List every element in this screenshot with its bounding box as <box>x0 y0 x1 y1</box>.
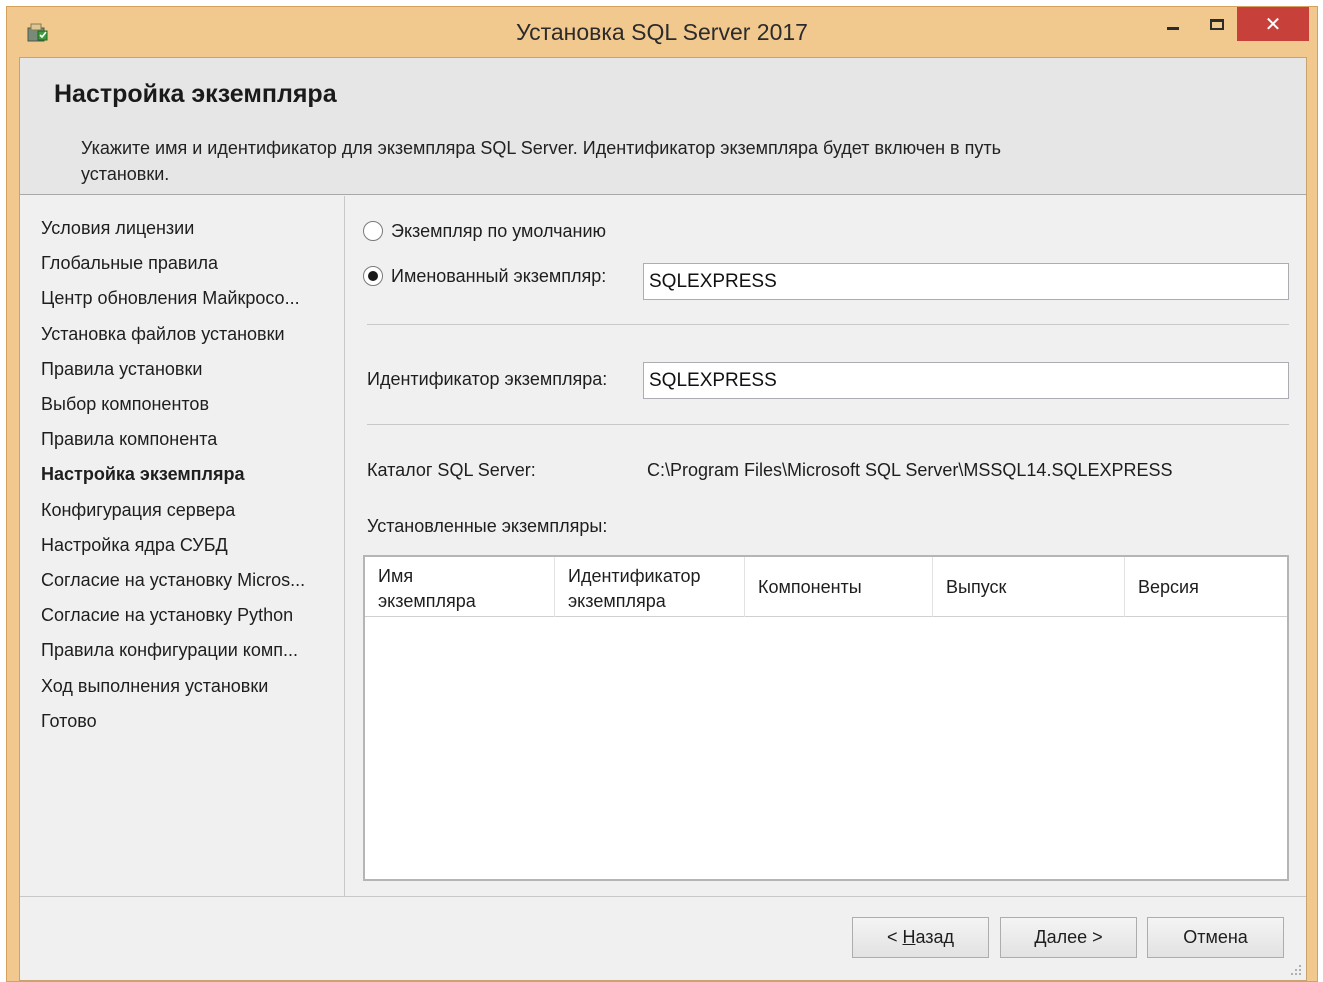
back-button-label: азад <box>915 927 955 947</box>
steps-sidebar: Условия лицензии Глобальные правила Центр … <box>20 196 345 896</box>
next-button-label: алее > <box>1046 927 1103 947</box>
installed-instances-label: Установленные экземпляры: <box>367 516 608 536</box>
back-button-prefix: < <box>886 927 903 947</box>
resize-grip-icon[interactable] <box>1290 964 1302 976</box>
separator <box>367 324 1289 325</box>
cancel-button[interactable]: Отмена <box>1147 917 1284 958</box>
installer-window: Установка SQL Server 2017 ✕ Настройка эк… <box>6 6 1318 982</box>
column-header-text: Идентификатор <box>568 566 701 586</box>
title-bar[interactable]: Установка SQL Server 2017 ✕ <box>7 7 1317 57</box>
sidebar-step-item[interactable]: Выбор компонентов <box>41 394 209 415</box>
table-header: Имя экземпляра Идентификатор экземпляра … <box>365 557 1287 617</box>
catalog-label: Каталог SQL Server: <box>367 460 536 480</box>
close-button[interactable]: ✕ <box>1237 7 1309 41</box>
column-header-text: Выпуск <box>946 577 1007 597</box>
column-header-text: Версия <box>1138 577 1199 597</box>
sidebar-step-item[interactable]: Правила компонента <box>41 429 217 450</box>
column-header-text: Компоненты <box>758 577 862 597</box>
window-title: Установка SQL Server 2017 <box>516 19 808 45</box>
maximize-button[interactable] <box>1195 7 1239 41</box>
default-instance-radio[interactable] <box>363 221 383 241</box>
page-title: Настройка экземпляра <box>54 80 337 108</box>
page-description: Укажите имя и идентификатор для экземпля… <box>81 138 1001 184</box>
sidebar-step-item[interactable]: Настройка экземпляра <box>41 464 244 485</box>
catalog-path: C:\Program Files\Microsoft SQL Server\MS… <box>647 460 1173 480</box>
column-header-version[interactable]: Версия <box>1125 557 1287 617</box>
column-header-edition[interactable]: Выпуск <box>933 557 1125 617</box>
sidebar-step-item[interactable]: Согласие на установку Micros... <box>41 570 305 591</box>
back-button-mnemonic: Н <box>902 927 916 947</box>
default-instance-label[interactable]: Экземпляр по умолчанию <box>391 221 606 242</box>
sidebar-step-item[interactable]: Глобальные правила <box>41 253 218 274</box>
instance-id-input[interactable]: SQLEXPRESS <box>643 362 1289 399</box>
footer-separator <box>20 896 1306 897</box>
client-area: Настройка экземпляра Укажите имя и идент… <box>19 57 1307 981</box>
sidebar-step-item[interactable]: Условия лицензии <box>41 218 194 239</box>
sidebar-step-item[interactable]: Настройка ядра СУБД <box>41 535 228 556</box>
named-instance-label[interactable]: Именованный экземпляр: <box>391 266 606 287</box>
separator <box>367 424 1289 425</box>
minimize-button[interactable] <box>1151 7 1195 41</box>
column-header-components[interactable]: Компоненты <box>745 557 933 617</box>
sidebar-step-item[interactable]: Правила установки <box>41 359 202 380</box>
column-header-text: Имя <box>378 566 414 586</box>
column-header-text: экземпляра <box>378 591 476 611</box>
sidebar-step-item[interactable]: Конфигурация сервера <box>41 500 235 521</box>
column-header-instance-id[interactable]: Идентификатор экземпляра <box>555 557 745 617</box>
sidebar-step-item[interactable]: Правила конфигурации комп... <box>41 640 298 661</box>
sidebar-step-item[interactable]: Готово <box>41 711 97 732</box>
sidebar-step-item[interactable]: Ход выполнения установки <box>41 676 268 697</box>
page-header: Настройка экземпляра Укажите имя и идент… <box>20 58 1306 195</box>
named-instance-radio[interactable] <box>363 266 383 286</box>
instance-config-panel: Экземпляр по умолчанию Именованный экзем… <box>346 196 1308 896</box>
installed-instances-table[interactable]: Имя экземпляра Идентификатор экземпляра … <box>363 555 1289 881</box>
column-header-instance-name[interactable]: Имя экземпляра <box>365 557 555 617</box>
close-icon: ✕ <box>1264 13 1282 36</box>
back-button[interactable]: < Назад <box>852 917 989 958</box>
named-instance-input[interactable]: SQLEXPRESS <box>643 263 1289 300</box>
next-button[interactable]: Далее > <box>1000 917 1137 958</box>
sidebar-step-item[interactable]: Установка файлов установки <box>41 324 285 345</box>
next-button-mnemonic: Д <box>1034 927 1047 947</box>
sidebar-step-item[interactable]: Согласие на установку Python <box>41 605 293 626</box>
minimize-icon <box>1167 26 1179 30</box>
column-header-text: экземпляра <box>568 591 666 611</box>
maximize-icon <box>1210 18 1224 30</box>
sidebar-step-item[interactable]: Центр обновления Майкросо... <box>41 288 300 309</box>
instance-id-label: Идентификатор экземпляра: <box>367 369 608 389</box>
